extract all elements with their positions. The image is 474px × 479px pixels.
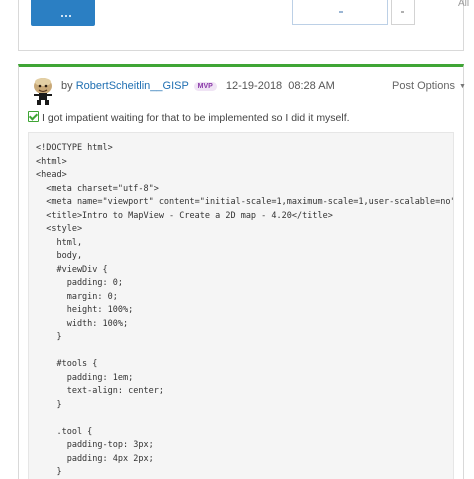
code-line: <style> xyxy=(36,224,83,234)
author-link[interactable]: RobertScheitlin__GISP xyxy=(76,80,189,92)
code-line: #tools { xyxy=(36,359,98,369)
reply-button[interactable] xyxy=(31,0,95,26)
mvp-badge: MVP xyxy=(193,82,217,91)
checkbox-checked-icon xyxy=(28,111,39,122)
code-line: } xyxy=(36,467,62,477)
code-line: html, xyxy=(36,237,83,248)
post-message-text: I got impatient waiting for that to be i… xyxy=(42,112,350,124)
post-options-menu[interactable]: Post Options ▼ xyxy=(392,80,466,92)
code-line: width: 100%; xyxy=(36,318,129,329)
code-line: <meta charset="utf-8"> xyxy=(36,183,159,194)
post-byline: by RobertScheitlin__GISP MVP 12-19-2018 … xyxy=(61,80,335,92)
user-avatar[interactable] xyxy=(30,76,56,106)
previous-post-card xyxy=(18,0,464,51)
forum-page: All by RobertScheitlin__GISP MVP 12-19-2… xyxy=(0,0,474,479)
code-line: <html> xyxy=(36,156,67,167)
code-line: } xyxy=(36,399,62,410)
post-date: 12-19-2018 xyxy=(225,80,283,92)
code-line: padding: 4px 2px; xyxy=(36,453,154,464)
post-time: 08:28 AM xyxy=(288,80,335,92)
code-line: text-align: center; xyxy=(36,386,164,396)
code-line: body, xyxy=(36,251,83,261)
code-line: .tool { xyxy=(36,426,93,437)
code-line: padding: 0; xyxy=(36,278,123,288)
kudo-button[interactable] xyxy=(292,0,388,25)
caret-down-icon: ▼ xyxy=(458,83,466,90)
reply-button-label xyxy=(61,12,71,17)
post-options-label: Post Options xyxy=(392,80,455,92)
by-label: by xyxy=(61,80,73,92)
code-line: <!DOCTYPE html> xyxy=(36,143,113,153)
code-line: padding: 1em; xyxy=(36,372,134,383)
code-line: padding-top: 3px; xyxy=(36,440,154,450)
kudo-count-label xyxy=(401,11,404,13)
code-line: <meta name="viewport" content="initial-s… xyxy=(36,197,454,207)
post-message: I got impatient waiting for that to be i… xyxy=(28,111,350,124)
code-line: <head> xyxy=(36,170,67,180)
code-line: margin: 0; xyxy=(36,291,118,302)
code-line: <title>Intro to MapView - Create a 2D ma… xyxy=(36,210,333,221)
kudo-button-label xyxy=(339,11,343,13)
code-line: } xyxy=(36,332,62,342)
code-line: #viewDiv { xyxy=(36,264,108,275)
previous-post-strip: All xyxy=(0,0,474,52)
kudo-count[interactable] xyxy=(391,0,415,25)
code-line: height: 100%; xyxy=(36,305,134,315)
corner-label: All xyxy=(458,0,470,9)
code-content: <!DOCTYPE html> <html> <head> <meta charse… xyxy=(29,133,453,479)
code-block: <!DOCTYPE html> <html> <head> <meta charse… xyxy=(28,132,454,479)
forum-post: by RobertScheitlin__GISP MVP 12-19-2018 … xyxy=(18,64,466,479)
